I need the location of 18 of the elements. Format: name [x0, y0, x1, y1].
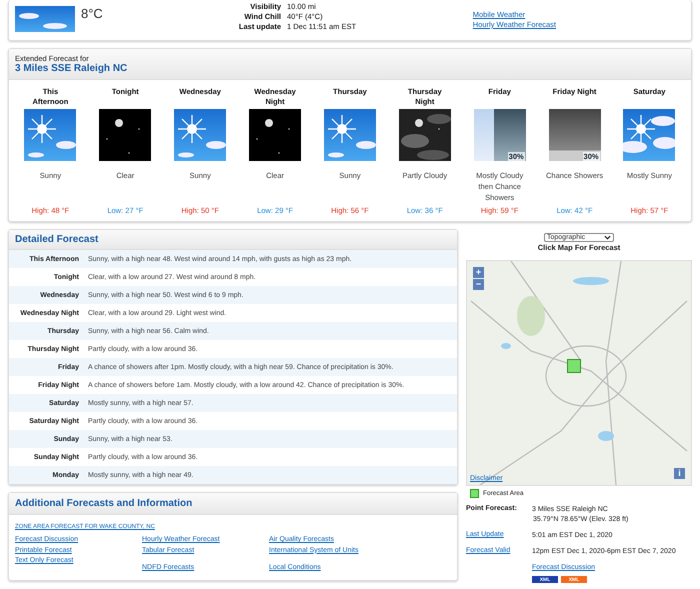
weather-icon [15, 6, 75, 32]
location-title: 3 Miles SSE Raleigh NC [15, 63, 128, 74]
legend-swatch [470, 489, 479, 498]
info-button[interactable]: i [674, 468, 685, 479]
zoom-in-button[interactable]: + [473, 267, 484, 278]
forecast-area-marker [567, 359, 581, 373]
weather-icon [99, 109, 152, 161]
chevron-icon [604, 235, 611, 240]
weather-icon [623, 109, 676, 161]
weather-icon [174, 109, 226, 161]
weather-icon [24, 109, 76, 161]
current-temperature: 8°C [81, 6, 104, 21]
panel-title: Additional Forecasts and Information [15, 498, 192, 509]
zoom-out-button[interactable]: − [473, 279, 484, 290]
panel-title: Detailed Forecast [15, 234, 98, 245]
weather-icon [324, 109, 376, 161]
weather-icon [398, 109, 451, 161]
weather-icon [249, 109, 302, 161]
